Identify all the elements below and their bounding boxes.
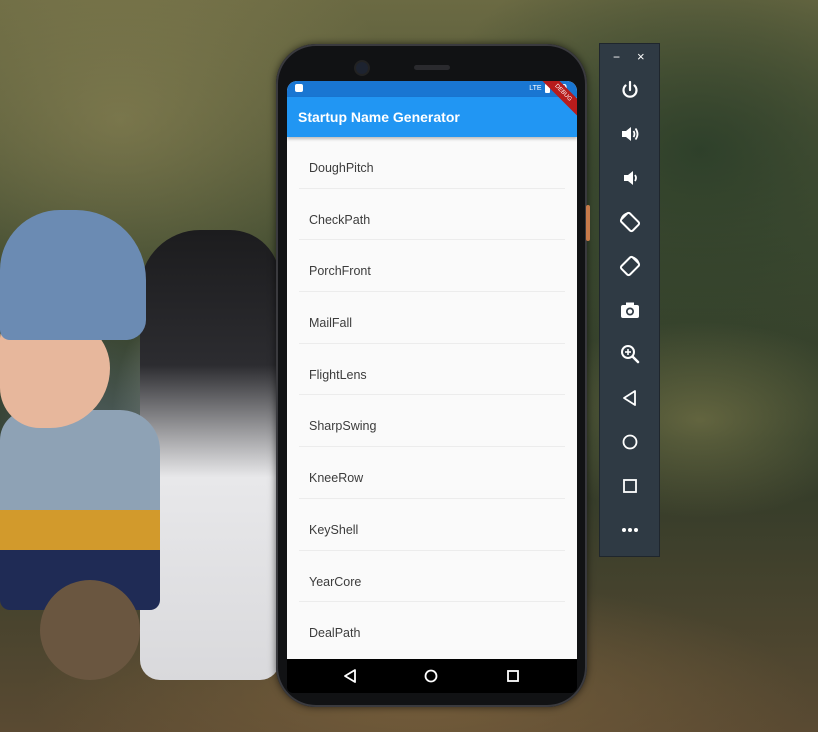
home-circle-icon bbox=[424, 669, 438, 683]
list-item-label: CheckPath bbox=[309, 212, 371, 227]
back-icon bbox=[623, 390, 636, 406]
emulator-window-controls: − × bbox=[600, 44, 661, 72]
back-triangle-icon bbox=[344, 669, 356, 683]
volume-up-icon bbox=[622, 127, 639, 141]
list-item[interactable]: YearCore bbox=[287, 551, 577, 602]
list-item[interactable]: DoughPitch bbox=[287, 137, 577, 188]
notification-icon bbox=[295, 84, 303, 92]
page-title: Startup Name Generator bbox=[298, 109, 460, 125]
rotate-right-icon bbox=[619, 255, 641, 277]
startup-name-list: DoughPitch CheckPath PorchFront MailFall… bbox=[287, 137, 577, 653]
list-item[interactable]: MailFall bbox=[287, 292, 577, 343]
list-item[interactable]: SharpSwing bbox=[287, 395, 577, 446]
zoom-button[interactable] bbox=[614, 338, 646, 370]
list-item[interactable]: FlightLens bbox=[287, 344, 577, 395]
rotate-right-button[interactable] bbox=[614, 250, 646, 282]
home-button[interactable] bbox=[614, 426, 646, 458]
rotate-left-button[interactable] bbox=[614, 206, 646, 238]
nav-back-button[interactable] bbox=[341, 667, 359, 685]
screenshot-button[interactable] bbox=[614, 294, 646, 326]
list-item-label: YearCore bbox=[309, 574, 362, 589]
nav-home-button[interactable] bbox=[422, 667, 440, 685]
wallpaper-dog bbox=[140, 230, 280, 680]
list-item-label: FlightLens bbox=[309, 367, 367, 382]
phone-side-button[interactable] bbox=[586, 205, 590, 241]
list-item[interactable]: KeyShell bbox=[287, 499, 577, 550]
power-icon bbox=[622, 80, 638, 98]
app-bar: Startup Name Generator bbox=[287, 97, 577, 137]
list-item[interactable]: CheckPath bbox=[287, 189, 577, 240]
camera-icon bbox=[621, 302, 639, 318]
list-item[interactable]: DealPath bbox=[287, 602, 577, 653]
volume-up-button[interactable] bbox=[614, 118, 646, 150]
more-icon bbox=[622, 528, 638, 532]
phone-speaker bbox=[414, 65, 450, 70]
home-icon bbox=[622, 434, 638, 450]
list-item-label: DoughPitch bbox=[309, 161, 374, 175]
nav-recent-button[interactable] bbox=[504, 667, 522, 685]
list-item-label: KneeRow bbox=[309, 471, 364, 486]
minimize-button[interactable]: − bbox=[613, 50, 620, 64]
list-item-label: KeyShell bbox=[309, 522, 359, 537]
list-item-label: DealPath bbox=[309, 626, 361, 641]
status-bar: LTE 4:0 bbox=[287, 81, 577, 97]
list-item[interactable]: KneeRow bbox=[287, 447, 577, 498]
rotate-left-icon bbox=[619, 211, 641, 233]
more-button[interactable] bbox=[614, 514, 646, 546]
phone-camera bbox=[356, 62, 368, 74]
recent-square-icon bbox=[507, 670, 519, 682]
phone-screen: LTE 4:0 Startup Name Generator DEBUG Dou… bbox=[287, 81, 577, 659]
zoom-icon bbox=[621, 345, 640, 364]
close-button[interactable]: × bbox=[637, 49, 645, 64]
list-item-label: SharpSwing bbox=[309, 419, 377, 434]
volume-down-button[interactable] bbox=[614, 162, 646, 194]
wallpaper-child-hat bbox=[0, 210, 146, 340]
signal-label: LTE bbox=[529, 85, 542, 92]
android-nav-bar bbox=[287, 659, 577, 693]
list-item[interactable]: PorchFront bbox=[287, 240, 577, 291]
volume-down-icon bbox=[624, 171, 637, 185]
list-item-label: MailFall bbox=[309, 316, 353, 331]
emulator-toolbar: − × bbox=[599, 43, 660, 557]
back-button[interactable] bbox=[614, 382, 646, 414]
overview-icon bbox=[623, 479, 637, 493]
wallpaper-shoe bbox=[40, 580, 140, 680]
power-button[interactable] bbox=[614, 74, 646, 106]
overview-button[interactable] bbox=[614, 470, 646, 502]
list-item-label: PorchFront bbox=[309, 264, 371, 279]
